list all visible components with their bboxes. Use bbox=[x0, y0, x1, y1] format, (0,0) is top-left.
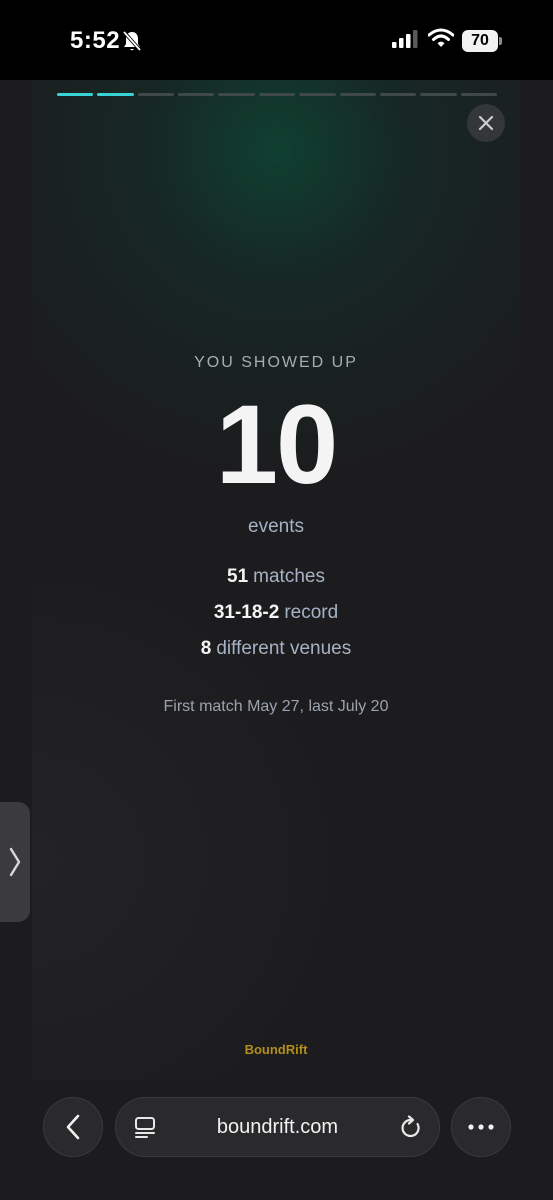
stat-label: different venues bbox=[216, 638, 352, 659]
stat-value: 31-18-2 bbox=[213, 602, 280, 623]
status-time: 5:52 bbox=[70, 27, 121, 54]
url-text[interactable]: boundrift.com bbox=[116, 1098, 439, 1156]
close-button[interactable] bbox=[467, 104, 505, 142]
stat-venues: 8 different venues bbox=[32, 638, 520, 660]
brand-logo-text: BoundRift bbox=[244, 1042, 308, 1057]
more-options-button[interactable] bbox=[451, 1097, 511, 1157]
progress-segment bbox=[57, 93, 94, 96]
side-drawer-tab[interactable] bbox=[0, 802, 30, 922]
browser-toolbar: boundrift.com bbox=[0, 1080, 553, 1200]
chevron-right-icon bbox=[9, 847, 21, 877]
story-heading: YOU SHOWED UP bbox=[194, 354, 358, 371]
progress-segment bbox=[218, 93, 255, 96]
progress-segment bbox=[299, 93, 336, 96]
progress-segment bbox=[258, 93, 296, 96]
chevron-left-icon bbox=[66, 1114, 80, 1140]
progress-segment bbox=[97, 93, 134, 96]
story-progress-bar bbox=[57, 93, 497, 97]
progress-segment bbox=[137, 93, 175, 96]
stat-label: record bbox=[284, 602, 339, 623]
cellular-signal-icon bbox=[392, 30, 418, 48]
reload-icon[interactable] bbox=[400, 1115, 422, 1139]
stat-label: matches bbox=[253, 566, 325, 587]
bell-slash-icon bbox=[122, 30, 142, 52]
stat-value: 51 bbox=[227, 566, 249, 587]
progress-segment bbox=[460, 93, 497, 96]
stat-value: 8 bbox=[200, 638, 212, 659]
events-unit-label: events bbox=[248, 516, 304, 537]
wifi-icon bbox=[428, 28, 454, 47]
progress-segment bbox=[339, 93, 376, 96]
progress-segment bbox=[420, 93, 457, 96]
status-bar: 5:52 70 bbox=[0, 0, 553, 80]
close-icon bbox=[478, 115, 494, 131]
stat-record: 31-18-2 record bbox=[32, 602, 520, 624]
back-button[interactable] bbox=[43, 1097, 103, 1157]
battery-icon: 70 bbox=[462, 30, 498, 52]
battery-tip bbox=[499, 37, 502, 45]
progress-segment bbox=[379, 93, 417, 96]
stat-matches: 51 matches bbox=[32, 566, 520, 588]
address-bar[interactable]: boundrift.com bbox=[115, 1097, 440, 1157]
events-count: 10 bbox=[215, 382, 339, 507]
progress-segment bbox=[178, 93, 215, 96]
more-icon bbox=[468, 1124, 494, 1130]
story-card: YOU SHOWED UP 10 events 51 matches 31-18-… bbox=[32, 80, 520, 1080]
date-range-text: First match May 27, last July 20 bbox=[163, 698, 389, 715]
